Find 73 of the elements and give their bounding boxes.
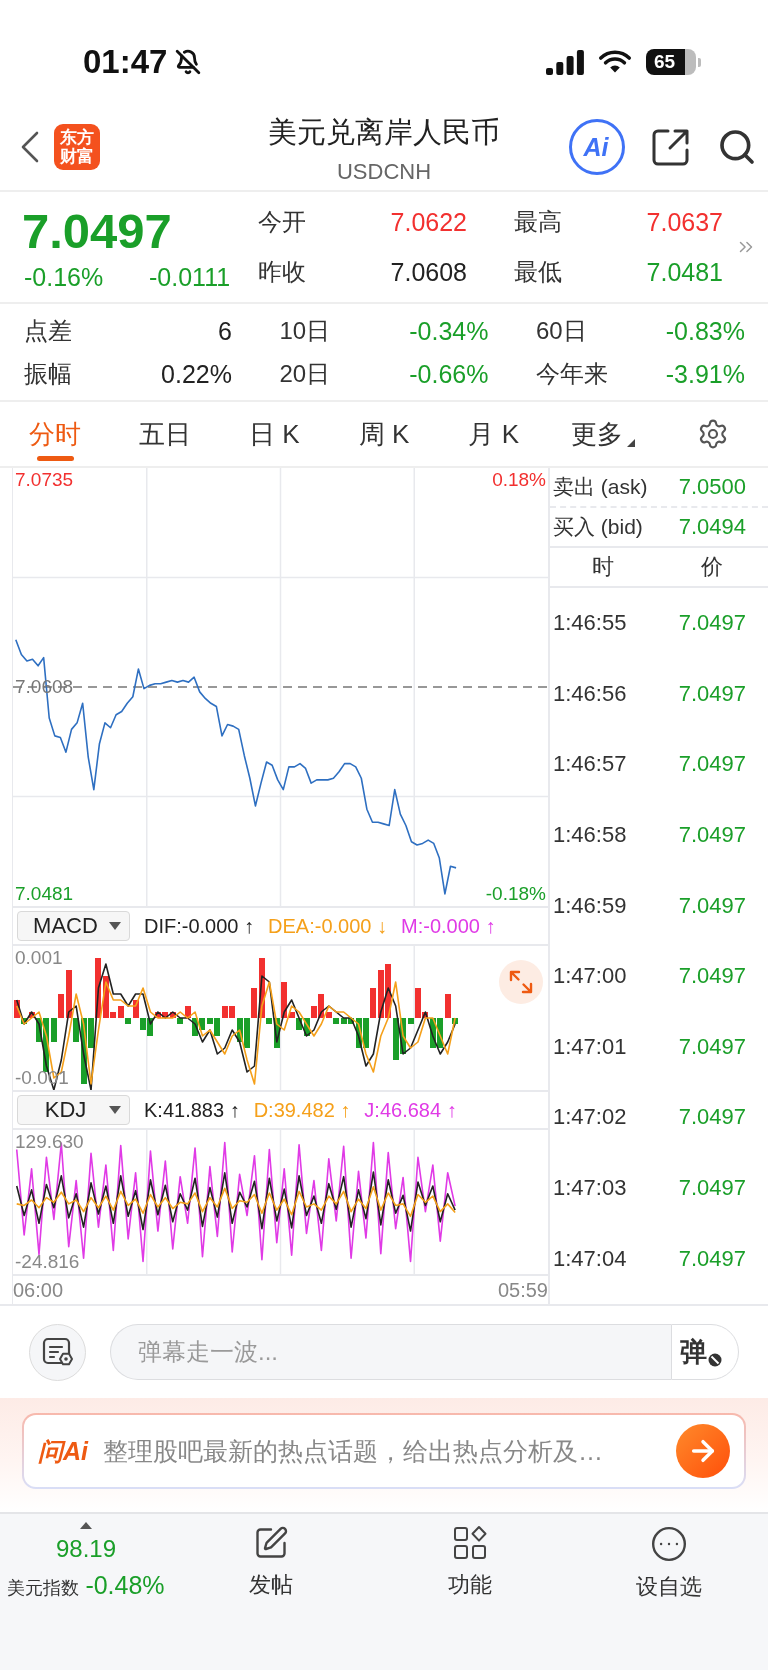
tick-price: 7.0497 [678,1245,746,1272]
tick-time: 1:47:02 [553,1104,627,1131]
app-logo: 东方 财富 [54,124,100,170]
price-axis-label: 7.0735 [15,468,74,493]
tick-time: 1:47:01 [553,1033,627,1060]
price-axis-label: 7.0481 [15,881,74,906]
stat-value: -0.66% [409,358,489,389]
ask-price: 7.0500 [678,474,746,500]
tick-time: 1:46:58 [553,822,627,849]
stat-value: -3.91% [665,358,745,389]
tick-time: 1:47:03 [553,1175,627,1202]
quote-label: 最低 [514,257,562,287]
tick-price: 7.0497 [678,1104,746,1131]
stat-label: 60日 [536,315,587,346]
index-value: 98.19 [55,1535,117,1563]
quote-label: 今开 [258,207,306,237]
index-name: 美元指数 [7,1577,80,1600]
percent-axis-label: 0.18% [492,468,546,493]
time-axis-label: 05:59 [497,1278,548,1302]
bid-label: 买入 (bid) [553,514,643,540]
indicator-readout: K:41.883 ↑ [144,1098,240,1122]
tick-price: 7.0497 [678,892,746,919]
tick-time: 1:46:56 [553,680,627,707]
column-header: 价 [701,553,723,581]
indicator-axis-label: -24.816 [15,1250,80,1274]
tick-price: 7.0497 [678,822,746,849]
last-price: 7.0497 [22,205,172,257]
indicator-readout: DEA:-0.000 ↓ [268,914,387,938]
change-amount: -0.0111 [149,264,231,290]
quote-value: 7.0481 [646,257,723,287]
tick-price: 7.0497 [678,963,746,990]
quote-value: 7.0637 [646,207,723,237]
quote-label: 最高 [514,207,562,237]
stat-label: 点差 [24,315,72,346]
tick-time: 1:47:00 [553,963,627,990]
stat-label: 10日 [279,315,331,346]
stat-value: 6 [218,315,232,346]
ai-logo: 问Ai [38,1435,88,1467]
index-change: -0.48% [85,1570,165,1600]
symbol-code: USDCNH [336,159,432,185]
stat-value: -0.83% [665,315,745,346]
tick-price: 7.0497 [678,1033,746,1060]
stat-label: 今年来 [536,358,608,389]
tick-price: 7.0497 [678,751,746,778]
tick-price: 7.0497 [678,1175,746,1202]
page-title: 美元兑离岸人民币 [268,115,500,150]
stat-label: 20日 [279,358,331,389]
stat-value: -0.34% [409,315,489,346]
tick-time: 1:46:59 [553,892,627,919]
indicator-readout: D:39.482 ↑ [253,1098,351,1122]
time-axis-label: 06:00 [13,1278,64,1302]
tick-price: 7.0497 [678,610,746,637]
status-time: 01:47 [83,42,168,82]
change-percent: -0.16% [24,264,104,290]
battery-percent: 65 [654,51,676,73]
stat-label: 振幅 [24,358,72,389]
quote-label: 昨收 [258,257,306,287]
tick-time: 1:46:55 [553,610,627,637]
indicator-readout: J:46.684 ↑ [364,1098,457,1122]
percent-axis-label: -0.18% [485,881,546,906]
ask-label: 卖出 (ask) [553,474,648,500]
stat-value: 0.22% [161,358,232,389]
tick-price: 7.0497 [678,680,746,707]
column-header: 时 [592,553,614,581]
indicator-readout: M:-0.000 ↑ [401,914,496,938]
quote-value: 7.0608 [390,257,467,287]
tick-time: 1:46:57 [553,751,627,778]
quote-value: 7.0622 [390,207,467,237]
bid-price: 7.0494 [678,514,746,540]
indicator-axis-label: 0.001 [15,946,63,970]
indicator-readout: DIF:-0.000 ↑ [144,914,255,938]
indicator-axis-label: 129.630 [15,1130,84,1154]
tick-time: 1:47:04 [553,1245,627,1272]
